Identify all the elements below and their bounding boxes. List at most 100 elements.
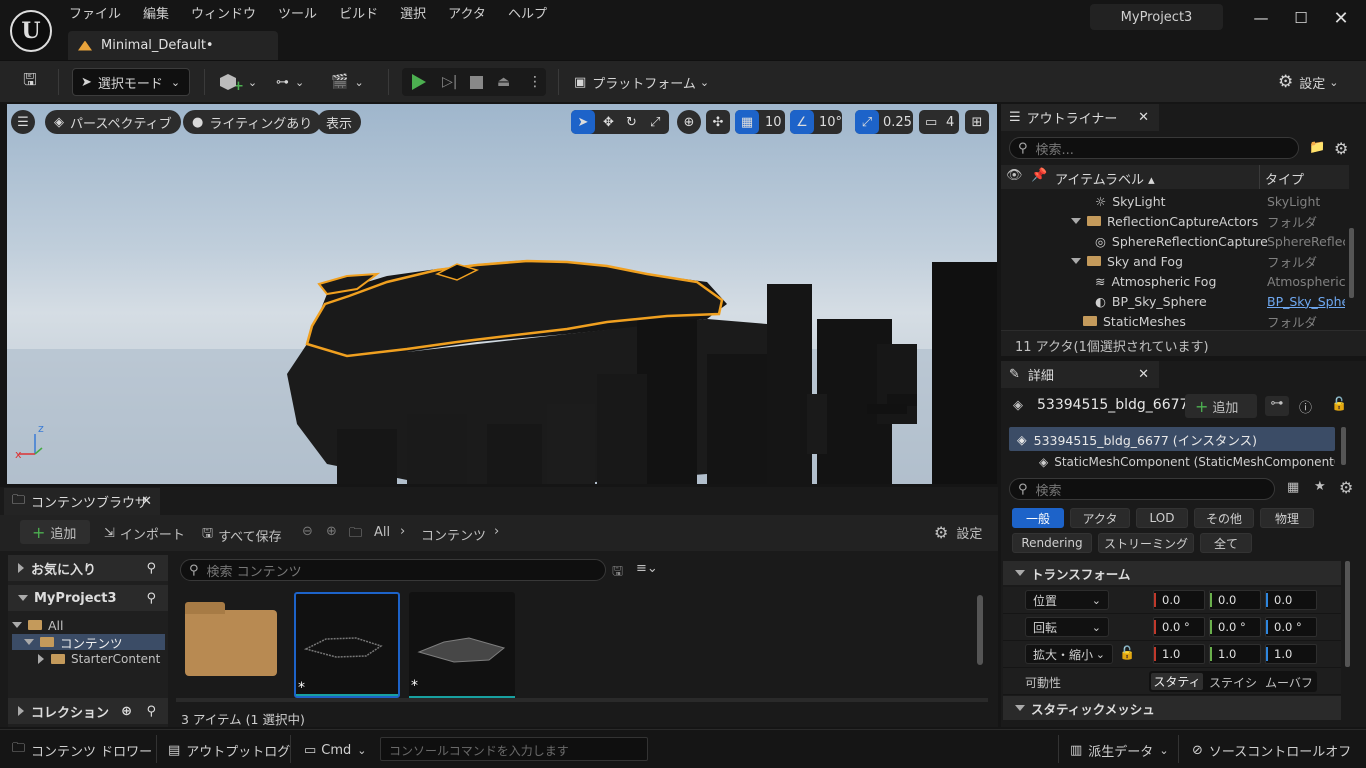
scrollbar[interactable] xyxy=(1349,228,1354,298)
scrollbar[interactable] xyxy=(1345,561,1350,667)
cinematics-button[interactable]: 🎬 ⌄ xyxy=(331,68,371,96)
location-dropdown[interactable]: 位置 ⌄ xyxy=(1025,590,1109,610)
menu-window[interactable]: ウィンドウ xyxy=(180,6,267,24)
import-button[interactable]: ⇲ インポート xyxy=(104,524,185,543)
rotation-dropdown[interactable]: 回転 ⌄ xyxy=(1025,617,1109,637)
filter-icon[interactable]: ≡⌄ xyxy=(636,561,658,576)
location-y[interactable]: 0.0 xyxy=(1209,590,1261,610)
column-type[interactable]: タイプ xyxy=(1265,169,1304,188)
stop-icon[interactable] xyxy=(470,75,483,89)
rotation-y[interactable]: 0.0 ° xyxy=(1209,617,1261,637)
scale-y[interactable]: 1.0 xyxy=(1209,644,1261,664)
level-viewport[interactable]: z x ☰ ◈ パースペクティブ ● ライティングあり 表示 ➤ ✥ ↻ ⤢ ⊕… xyxy=(7,104,997,484)
tree-content[interactable]: コンテンツ xyxy=(12,634,165,651)
content-search-input[interactable]: ⚲ 検索 コンテンツ xyxy=(180,559,606,581)
lock-icon[interactable]: 🔓 xyxy=(1119,646,1135,661)
close-icon[interactable]: ✕ xyxy=(1326,6,1356,30)
filter-general[interactable]: 一般 xyxy=(1012,508,1064,528)
save-search-icon[interactable]: 🖫 xyxy=(612,562,623,584)
add-collection-icon[interactable]: ⊕ xyxy=(121,704,132,719)
scrollbar[interactable] xyxy=(1341,427,1346,465)
console-input[interactable]: コンソールコマンドを入力します xyxy=(380,737,648,761)
rotation-snap-button[interactable]: ∠ 10° xyxy=(790,110,842,134)
favorites-header[interactable]: お気に入り ⚲ xyxy=(8,555,168,581)
add-folder-icon[interactable]: 📁 xyxy=(1309,140,1325,155)
camera-speed-button[interactable]: ▭ 4 xyxy=(919,110,959,134)
more-options-icon[interactable]: ⋮ xyxy=(528,74,542,90)
breadcrumb-all[interactable]: All xyxy=(374,525,390,540)
outliner-row[interactable]: ☼ SkyLight SkyLight xyxy=(1001,191,1349,211)
cmd-dropdown[interactable]: ▭ Cmd ⌄ xyxy=(304,737,367,763)
pin-icon[interactable]: 📌 xyxy=(1031,168,1047,183)
translate-icon[interactable]: ✥ xyxy=(603,115,614,130)
mobility-static[interactable]: スタティ xyxy=(1151,673,1203,690)
unreal-logo-icon[interactable]: U xyxy=(10,10,52,52)
menu-select[interactable]: 選択 xyxy=(389,6,437,24)
scale-icon[interactable]: ⤢ xyxy=(650,115,660,130)
mobility-stationary[interactable]: ステイシ xyxy=(1207,674,1259,691)
mesh-asset-selected[interactable]: * xyxy=(294,592,400,698)
transform-section-header[interactable]: トランスフォーム xyxy=(1003,561,1341,585)
menu-tools[interactable]: ツール xyxy=(267,6,328,24)
lighting-button[interactable]: ● ライティングあり xyxy=(183,110,322,134)
help-icon[interactable]: ⓘ xyxy=(1299,397,1312,416)
lock-icon[interactable]: 🔓 xyxy=(1331,397,1347,412)
menu-build[interactable]: ビルド xyxy=(328,6,389,24)
grid-snap-button[interactable]: ▦ 10 xyxy=(735,110,785,134)
add-actor-button[interactable]: + ⌄ xyxy=(220,68,260,96)
source-control-button[interactable]: ⊘ ソースコントロールオフ xyxy=(1192,737,1351,763)
outliner-tab[interactable]: ☰ アウトライナー ✕ xyxy=(1001,104,1159,131)
viewport-menu-icon[interactable]: ☰ xyxy=(11,110,35,134)
search-icon[interactable]: ⚲ xyxy=(146,561,156,576)
content-browser-tab[interactable]: 🗀 コンテンツブラウザ ✕ xyxy=(4,488,160,515)
show-button[interactable]: 表示 xyxy=(317,110,362,134)
play-icon[interactable] xyxy=(412,74,426,90)
visibility-icon[interactable]: 👁 xyxy=(1006,168,1023,183)
save-icon[interactable]: 🖫 xyxy=(18,68,42,96)
level-tab[interactable]: Minimal_Default• xyxy=(68,31,278,60)
gear-icon[interactable]: ⚙ xyxy=(1339,478,1353,497)
outliner-row[interactable]: ReflectionCaptureActors フォルダ xyxy=(1001,211,1349,231)
location-x[interactable]: 0.0 xyxy=(1153,590,1205,610)
perspective-button[interactable]: ◈ パースペクティブ xyxy=(45,110,181,134)
close-icon[interactable]: ✕ xyxy=(1138,110,1149,125)
scale-dropdown[interactable]: 拡大・縮小 ⌄ xyxy=(1025,644,1113,664)
back-icon[interactable]: ⊖ xyxy=(302,524,313,539)
outliner-row[interactable]: StaticMeshes フォルダ xyxy=(1001,311,1349,331)
rotation-z[interactable]: 0.0 ° xyxy=(1265,617,1317,637)
star-icon[interactable]: ★ xyxy=(1314,479,1326,494)
chevron-right-icon[interactable]: › xyxy=(494,524,499,539)
filter-lod[interactable]: LOD xyxy=(1136,508,1188,528)
add-button[interactable]: + 追加 xyxy=(20,520,90,544)
breadcrumb-content[interactable]: コンテンツ xyxy=(421,525,486,544)
output-log-button[interactable]: ▤ アウトプットログ xyxy=(168,737,290,763)
filter-all[interactable]: 全て xyxy=(1200,533,1252,553)
minimize-icon[interactable]: — xyxy=(1246,6,1276,30)
viewport-layout-icon[interactable]: ⊞ xyxy=(965,110,989,134)
tree-all[interactable]: All xyxy=(12,617,64,633)
filter-misc[interactable]: その他 xyxy=(1194,508,1254,528)
outliner-row[interactable]: ◐ BP_Sky_Sphere BP_Sky_Sphe xyxy=(1001,291,1349,311)
mesh-asset[interactable]: * xyxy=(409,592,515,698)
menu-edit[interactable]: 編集 xyxy=(132,6,180,24)
details-search-input[interactable]: ⚲ 検索 xyxy=(1009,478,1275,500)
maximize-icon[interactable]: ☐ xyxy=(1286,6,1316,30)
instance-row[interactable]: ◈ 53394515_bldg_6677 (インスタンス) xyxy=(1009,427,1335,451)
project-header[interactable]: MyProject3 ⚲ xyxy=(8,585,168,611)
static-mesh-section-header[interactable]: スタティックメッシュ xyxy=(1003,696,1341,720)
outliner-search-input[interactable]: ⚲ 検索... xyxy=(1009,137,1299,159)
surface-snap-icon[interactable]: ✣ xyxy=(706,110,730,134)
save-all-button[interactable]: 🖫 すべて保存 xyxy=(202,524,282,546)
blueprint-icon[interactable]: ⊶ xyxy=(1265,396,1289,416)
platform-button[interactable]: ▣ プラットフォーム ⌄ xyxy=(574,68,709,96)
rotate-icon[interactable]: ↻ xyxy=(626,115,637,130)
filter-rendering[interactable]: Rendering xyxy=(1012,533,1092,553)
outliner-row[interactable]: Sky and Fog フォルダ xyxy=(1001,251,1349,271)
select-tool-icon[interactable]: ➤ xyxy=(571,110,595,134)
forward-icon[interactable]: ⊕ xyxy=(326,524,337,539)
mobility-movable[interactable]: ムーバフ xyxy=(1263,674,1315,691)
menu-actor[interactable]: アクタ xyxy=(437,6,497,24)
filter-actor[interactable]: アクタ xyxy=(1070,508,1130,528)
menu-file[interactable]: ファイル xyxy=(58,6,132,24)
content-settings-button[interactable]: ⚙ 設定 xyxy=(934,523,982,542)
